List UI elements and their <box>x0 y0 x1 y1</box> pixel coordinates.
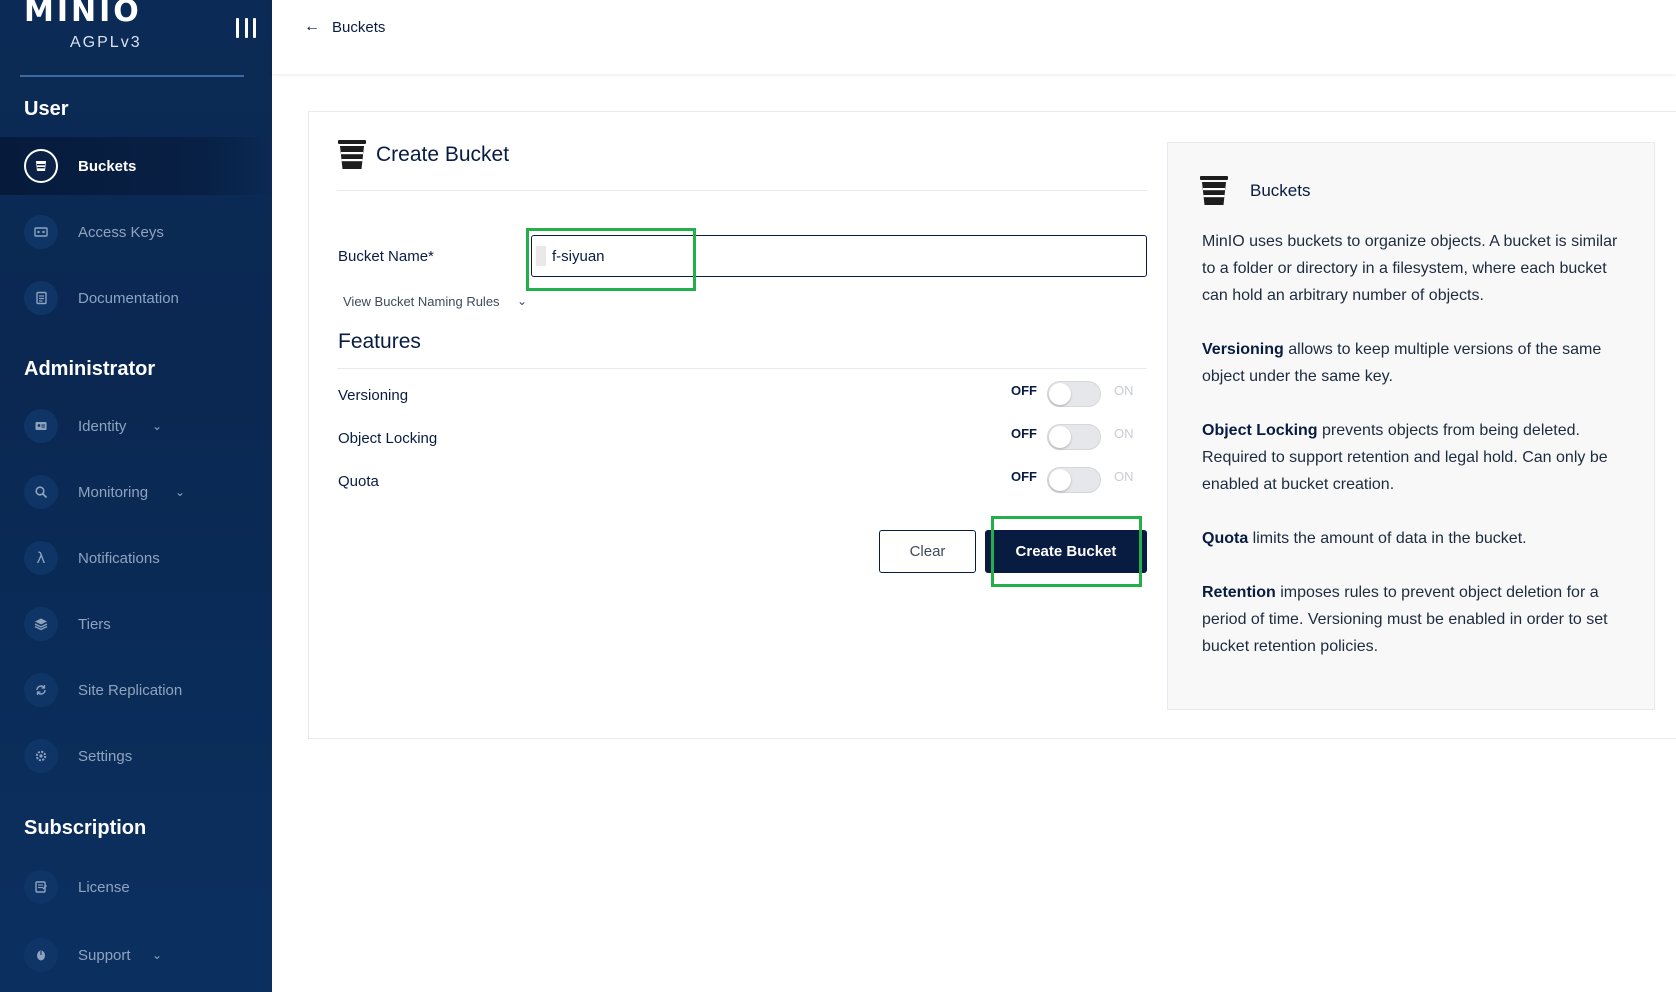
sidebar-item-label: Access Keys <box>78 223 164 241</box>
toggle-knob <box>1049 469 1071 491</box>
term-quota: Quota <box>1202 530 1249 547</box>
bucket-name-input[interactable] <box>531 235 1147 277</box>
term-versioning: Versioning <box>1202 341 1284 358</box>
top-bar: ← Buckets <box>272 0 1676 74</box>
help-retention: Retention imposes rules to prevent objec… <box>1202 584 1608 655</box>
sidebar-item-documentation[interactable]: Documentation <box>0 269 272 327</box>
chevron-down-icon[interactable]: ⌄ <box>152 948 162 962</box>
chevron-down-icon[interactable]: ⌄ <box>175 485 185 499</box>
sidebar-item-buckets[interactable]: Buckets <box>0 137 272 195</box>
sidebar-item-label: Notifications <box>78 549 160 567</box>
quota-label: Quota <box>338 473 379 490</box>
form-title: Create Bucket <box>338 140 509 170</box>
create-bucket-card: Create Bucket Bucket Name* View Bucket N… <box>308 111 1676 739</box>
create-bucket-button[interactable]: Create Bucket <box>985 530 1147 573</box>
term-object-locking: Object Locking <box>1202 422 1318 439</box>
sidebar-item-monitoring[interactable]: Monitoring ⌄ <box>0 463 272 521</box>
sidebar-item-tiers[interactable]: Tiers <box>0 595 272 653</box>
bucket-name-label: Bucket Name* <box>338 248 434 265</box>
gear-icon <box>24 739 58 773</box>
bucket-icon <box>1200 176 1228 205</box>
identity-icon <box>24 409 58 443</box>
sidebar-item-site-replication[interactable]: Site Replication <box>0 661 272 719</box>
help-object-locking: Object Locking prevents objects from bei… <box>1202 422 1608 493</box>
minio-logo[interactable]: MINIO AGPLv3 <box>24 0 244 62</box>
help-panel: Buckets MinIO uses buckets to organize o… <box>1167 142 1655 710</box>
object-locking-toggle[interactable] <box>1047 424 1101 450</box>
sidebar-item-label: Tiers <box>78 615 111 633</box>
sidebar: MINIO AGPLv3 User Buckets Access Keys Do… <box>0 0 272 992</box>
logo-edition: AGPLv3 <box>70 34 142 51</box>
features-heading: Features <box>338 330 421 353</box>
sidebar-item-label: Site Replication <box>78 681 183 699</box>
switch-off-label: OFF <box>1011 426 1037 441</box>
toggle-knob <box>1049 426 1071 448</box>
sidebar-item-notifications[interactable]: λ Notifications <box>0 529 272 587</box>
versioning-toggle[interactable] <box>1047 381 1101 407</box>
sidebar-item-access-keys[interactable]: Access Keys <box>0 203 272 261</box>
collapse-menu-icon[interactable] <box>236 18 256 40</box>
documentation-icon <box>24 281 58 315</box>
sidebar-item-label: Identity <box>78 417 127 435</box>
help-quota: Quota limits the amount of data in the b… <box>1202 530 1527 547</box>
object-locking-label: Object Locking <box>338 430 438 447</box>
back-to-buckets-link[interactable]: ← Buckets <box>304 18 385 36</box>
tiers-icon <box>24 607 58 641</box>
quota-toggle[interactable] <box>1047 467 1101 493</box>
bucket-icon <box>338 140 366 169</box>
license-icon <box>24 870 58 904</box>
sidebar-item-label: Monitoring <box>78 483 149 501</box>
switch-on-label: ON <box>1114 469 1134 484</box>
features-divider <box>337 368 1147 369</box>
support-icon <box>24 938 58 972</box>
sidebar-item-label: License <box>78 878 130 896</box>
back-link-label: Buckets <box>332 18 386 36</box>
title-divider <box>337 190 1147 191</box>
help-versioning: Versioning allows to keep multiple versi… <box>1202 341 1602 385</box>
replication-icon <box>24 673 58 707</box>
lambda-icon: λ <box>24 541 58 575</box>
sidebar-item-support[interactable]: Support ⌄ <box>0 926 272 984</box>
sidebar-item-label: Buckets <box>78 157 137 175</box>
switch-on-label: ON <box>1114 426 1134 441</box>
term-retention: Retention <box>1202 584 1276 601</box>
toggle-knob <box>1049 383 1071 405</box>
section-subscription: Subscription <box>24 817 147 839</box>
section-administrator: Administrator <box>24 358 156 380</box>
help-title: Buckets <box>1250 181 1311 200</box>
switch-off-label: OFF <box>1011 469 1037 484</box>
bucket-icon <box>24 149 58 183</box>
logo-divider <box>20 75 244 77</box>
versioning-label: Versioning <box>338 387 409 404</box>
switch-off-label: OFF <box>1011 383 1037 398</box>
chevron-down-icon[interactable]: ⌄ <box>517 294 527 308</box>
section-user: User <box>24 98 69 120</box>
page-title: Create Bucket <box>376 143 510 166</box>
logo-wordmark: MINIO <box>24 0 142 29</box>
help-intro: MinIO uses buckets to organize objects. … <box>1202 233 1618 304</box>
sidebar-item-identity[interactable]: Identity ⌄ <box>0 397 272 455</box>
access-keys-icon <box>24 215 58 249</box>
switch-on-label: ON <box>1114 383 1134 398</box>
view-naming-rules-link[interactable]: View Bucket Naming Rules <box>343 294 500 309</box>
sidebar-item-label: Support <box>78 946 131 964</box>
sidebar-item-settings[interactable]: Settings <box>0 727 272 785</box>
sidebar-item-label: Settings <box>78 747 133 765</box>
help-header: Buckets <box>1200 176 1310 206</box>
clear-button[interactable]: Clear <box>879 530 976 573</box>
sidebar-item-label: Documentation <box>78 289 179 307</box>
chevron-down-icon[interactable]: ⌄ <box>152 419 162 433</box>
arrow-left-icon: ← <box>304 18 320 35</box>
sidebar-item-license[interactable]: License <box>0 858 272 916</box>
monitoring-icon <box>24 475 58 509</box>
text-cursor <box>536 246 546 266</box>
help-body: MinIO uses buckets to organize objects. … <box>1202 228 1632 687</box>
